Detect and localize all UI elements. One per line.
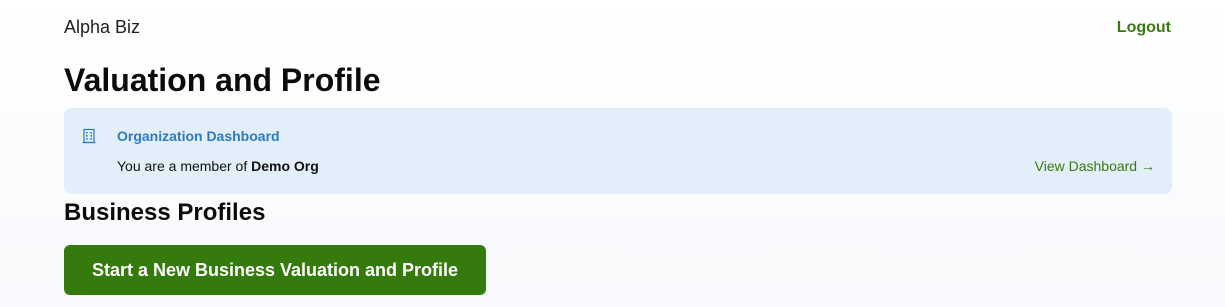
organization-dashboard-card: Organization Dashboard You are a member … [64, 108, 1172, 194]
view-dashboard-link[interactable]: View Dashboard → [1035, 158, 1155, 174]
building-icon [82, 128, 96, 144]
brand-name: Alpha Biz [64, 17, 141, 37]
start-new-valuation-button[interactable]: Start a New Business Valuation and Profi… [64, 245, 486, 295]
membership-text: You are a member of Demo Org [117, 158, 319, 174]
logout-link[interactable]: Logout [1117, 19, 1171, 37]
membership-prefix: You are a member of [117, 158, 252, 174]
business-profiles-heading: Business Profiles [64, 199, 266, 226]
organization-dashboard-title: Organization Dashboard [117, 128, 280, 144]
organization-name: Demo Org [251, 158, 319, 174]
page-title: Valuation and Profile [64, 62, 381, 98]
